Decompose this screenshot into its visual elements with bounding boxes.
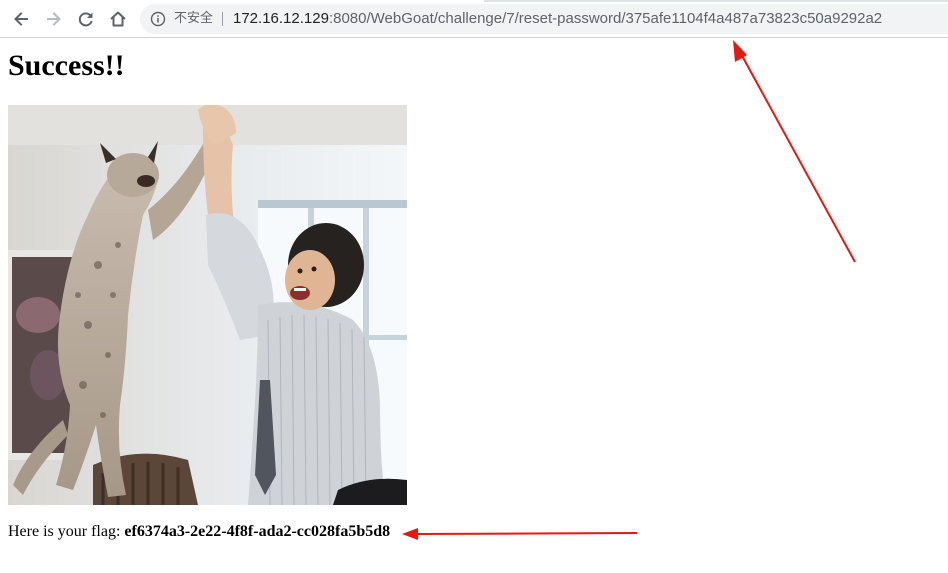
back-arrow-icon xyxy=(14,12,28,26)
flag-value: ef6374a3-2e22-4f8f-ada2-cc028fa5b5d8 xyxy=(124,523,391,540)
forward-button[interactable] xyxy=(41,6,67,32)
info-icon[interactable] xyxy=(150,11,166,27)
omnibox-divider xyxy=(222,12,223,26)
url-path: :8080/WebGoat/challenge/7/reset-password… xyxy=(328,10,883,27)
url-text[interactable]: 172.16.12.129:8080/WebGoat/challenge/7/r… xyxy=(233,9,882,29)
lynx-high-five-image xyxy=(8,105,407,505)
tab-strip-edge xyxy=(484,0,948,2)
address-bar[interactable]: 不安全 172.16.12.129:8080/WebGoat/challenge… xyxy=(140,4,948,34)
page-content: Success!! Here is your flag: ef6374a3-2e… xyxy=(0,38,948,573)
home-button[interactable] xyxy=(105,6,131,32)
url-host: 172.16.12.129 xyxy=(233,10,329,27)
success-photo xyxy=(8,105,407,505)
reload-button[interactable] xyxy=(73,6,99,32)
home-icon xyxy=(110,11,126,27)
flag-message: Here is your flag: ef6374a3-2e22-4f8f-ad… xyxy=(8,522,390,542)
forward-arrow-icon xyxy=(47,12,61,26)
security-status-label[interactable]: 不安全 xyxy=(174,10,213,28)
page-title: Success!! xyxy=(8,49,125,82)
flag-prefix: Here is your flag: xyxy=(8,523,125,540)
back-button[interactable] xyxy=(8,6,34,32)
browser-toolbar: 不安全 172.16.12.129:8080/WebGoat/challenge… xyxy=(0,0,948,38)
reload-icon xyxy=(78,12,93,27)
